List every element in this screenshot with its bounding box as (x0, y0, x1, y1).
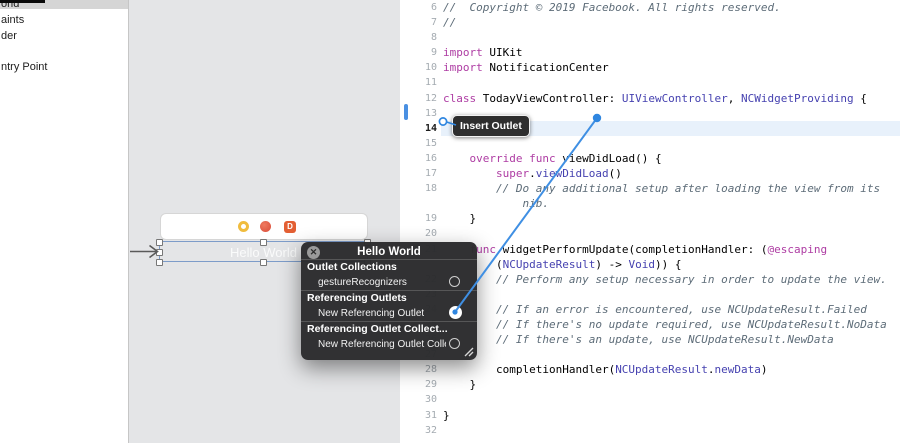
resize-handle-bottom-mid[interactable] (260, 258, 267, 266)
divider (301, 289, 477, 291)
code-text: // Do any additional setup after loading… (495, 182, 881, 196)
radio-gesture-recognizers[interactable] (449, 276, 460, 287)
row-new-referencing-outlet-collection[interactable]: New Referencing Outlet Colle... (318, 339, 446, 350)
radio-new-referencing-outlet[interactable] (448, 305, 462, 319)
code-text: super.viewDidLoad() (495, 167, 622, 181)
code-line[interactable]: 17 super.viewDidLoad() (400, 166, 900, 181)
popup-title: Hello World (357, 246, 421, 258)
sidebar-item-constraints[interactable]: aints (1, 14, 24, 26)
code-line[interactable]: 11 (400, 75, 900, 90)
code-line[interactable]: nib. (400, 196, 900, 211)
code-text: import NotificationCenter (443, 61, 609, 75)
line-number (400, 196, 437, 211)
code-text: } (443, 378, 477, 392)
code-text: (NCUpdateResult) -> Void)) { (495, 257, 682, 271)
line-number: 9 (430, 47, 437, 59)
divider (301, 259, 477, 260)
source-code-editor[interactable]: 6 // Copyright © 2019 Facebook. All right… (400, 0, 900, 443)
line-number: 8 (430, 32, 437, 44)
line-number: 10 (424, 62, 437, 74)
code-text: completionHandler(NCUpdateResult.newData… (443, 363, 768, 377)
resize-handle-top-mid[interactable] (260, 238, 267, 246)
popup-resize-handle[interactable] (464, 347, 474, 357)
code-text: nib. (522, 197, 549, 211)
interface-builder-canvas[interactable]: D Hello World (128, 0, 400, 443)
code-text: // (443, 16, 457, 30)
code-line[interactable]: 9 import UIKit (400, 45, 900, 60)
code-text: } (443, 212, 477, 226)
code-line[interactable]: 31} (400, 408, 900, 423)
code-line[interactable]: 10 import NotificationCenter (400, 60, 900, 75)
divider (301, 320, 477, 322)
code-text: class TodayViewController: UIViewControl… (443, 91, 867, 105)
red-circle-icon (260, 221, 271, 232)
code-text: // If there's an update, use NCUpdateRes… (495, 333, 834, 347)
line-number: 29 (424, 379, 437, 391)
line-number: 19 (424, 213, 437, 225)
line-number: 14 (424, 122, 437, 134)
line-number: 20 (424, 228, 437, 240)
document-outline-sidebar: orld aints der ntry Point (0, 0, 129, 443)
radio-new-referencing-outlet-collection[interactable] (449, 338, 460, 349)
line-number: 15 (424, 137, 437, 149)
yellow-donut-icon (238, 221, 249, 232)
code-text: import UIKit (443, 46, 523, 60)
code-line[interactable]: 6 // Copyright © 2019 Facebook. All right… (400, 0, 900, 15)
line-number: 28 (424, 364, 437, 376)
resize-handle-top-left[interactable] (156, 238, 163, 246)
line-number: 6 (430, 2, 437, 13)
line-number: 12 (424, 92, 437, 104)
line-number: 11 (424, 77, 437, 89)
code-line[interactable]: 16 override func viewDidLoad() { (400, 151, 900, 166)
code-text: override func viewDidLoad() { (469, 151, 662, 165)
code-line[interactable]: 12 class TodayViewController: UIViewContr… (400, 91, 900, 106)
code-line[interactable]: 19 } (400, 211, 900, 226)
line-number: 18 (424, 183, 437, 195)
insert-outlet-tooltip: Insert Outlet (452, 115, 530, 137)
code-line[interactable]: 29 } (400, 377, 900, 392)
line-number: 31 (424, 409, 437, 421)
widget-toolbar-view[interactable]: D (160, 213, 368, 240)
sidebar-item-responder[interactable]: der (1, 30, 17, 42)
section-referencing-outlets: Referencing Outlets (307, 292, 407, 304)
code-line[interactable]: 20 (400, 226, 900, 241)
orange-square-icon: D (284, 220, 296, 233)
code-text: } (443, 408, 450, 422)
line-number: 7 (430, 17, 437, 29)
code-line[interactable]: 18 // Do any additional setup after load… (400, 181, 900, 196)
code-text: // Copyright © 2019 Facebook. All rights… (443, 1, 781, 14)
line-number: 16 (424, 152, 437, 164)
resize-handle-mid-left[interactable] (156, 248, 163, 256)
code-line[interactable]: 15 (400, 136, 900, 151)
row-gesture-recognizers[interactable]: gestureRecognizers (318, 277, 407, 288)
code-line[interactable]: 8 (400, 30, 900, 45)
line-number: 17 (424, 168, 437, 180)
code-text: // If an error is encountered, use NCUpd… (495, 302, 867, 316)
window-chrome-strip (0, 0, 45, 3)
resize-handle-bottom-left[interactable] (156, 258, 163, 266)
row-new-referencing-outlet[interactable]: New Referencing Outlet (318, 308, 424, 319)
code-text: func widgetPerformUpdate(completionHandl… (469, 242, 828, 256)
line-number: 30 (424, 394, 437, 406)
code-line[interactable]: 30 (400, 392, 900, 407)
code-line[interactable]: 32 (400, 423, 900, 438)
code-line[interactable]: 7 // (400, 15, 900, 30)
line-number: 32 (424, 424, 437, 436)
section-outlet-collections: Outlet Collections (307, 261, 397, 273)
code-lines: 6 // Copyright © 2019 Facebook. All right… (400, 0, 900, 438)
code-line[interactable]: 28 completionHandler(NCUpdateResult.newD… (400, 362, 900, 377)
line-number: 13 (424, 107, 437, 119)
code-text: // If there's no update required, use NC… (495, 317, 887, 331)
section-referencing-outlet-collections: Referencing Outlet Collect... (307, 323, 448, 335)
sidebar-item-entry-point[interactable]: ntry Point (1, 61, 47, 73)
code-text: // Perform any setup necessary in order … (495, 272, 887, 286)
connections-popup[interactable]: ✕ Hello World Outlet Collections gesture… (301, 242, 477, 360)
